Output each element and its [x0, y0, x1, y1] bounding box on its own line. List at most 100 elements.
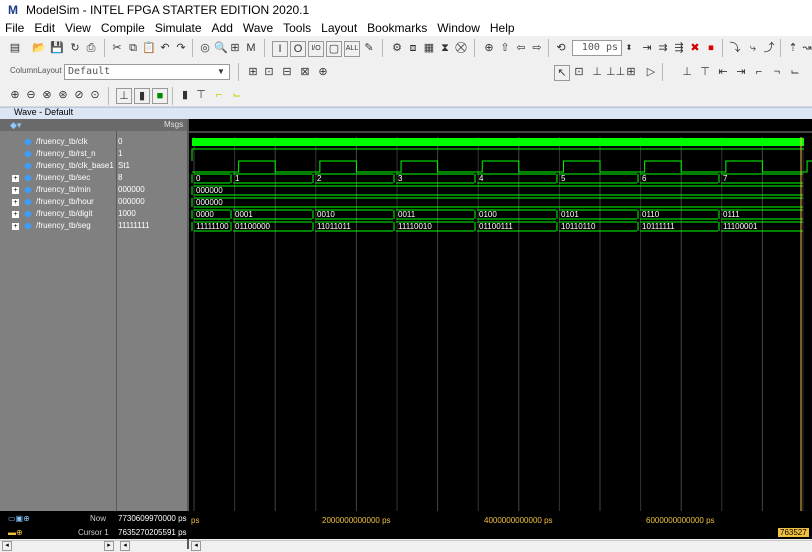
dock-icon[interactable]: ⊕ — [316, 65, 330, 79]
run-icon[interactable]: ⇥ — [640, 41, 654, 55]
up-arrow-icon[interactable]: ⇧ — [498, 41, 512, 55]
zoom-full-icon[interactable]: ⊗ — [40, 88, 54, 102]
signal-row-seg[interactable]: + /fruency_tb/seg 11111111 — [0, 220, 187, 232]
waveform-area[interactable]: 0 1 2 3 4 5 6 7 000000 000000 0000 0001 0010 0011 0100… — [189, 119, 812, 511]
menu-wave[interactable]: Wave — [243, 21, 273, 35]
scroll-left-icon[interactable]: ◂ — [2, 541, 12, 551]
signal-row-clk-base1[interactable]: /fruency_tb/clk_base1 St1 — [0, 160, 187, 172]
add-list-icon[interactable]: ⊟ — [280, 65, 294, 79]
step-icon[interactable]: ⤵ — [728, 41, 742, 55]
play-mode-icon[interactable]: ▷ — [644, 65, 658, 79]
zoom-cursor-icon[interactable]: ⊛ — [56, 88, 70, 102]
restart-icon[interactable]: ⟲ — [554, 41, 568, 55]
cut-icon[interactable]: ✂ — [110, 41, 124, 55]
add-wave-icon[interactable]: ⊞ — [246, 65, 260, 79]
rising-edge-icon[interactable]: ⌐ — [752, 65, 766, 79]
back-arrow-icon[interactable]: ⇦ — [514, 41, 528, 55]
wave-high-icon[interactable]: ⌐ — [212, 88, 226, 102]
wave-low-icon[interactable]: ⌙ — [230, 88, 244, 102]
stop-icon[interactable]: ⛒ — [454, 41, 468, 55]
expand-all-icon[interactable]: ◆▾ — [10, 120, 21, 131]
expand-icon[interactable]: + — [12, 187, 19, 194]
select-mode-icon[interactable]: ↖ — [554, 65, 570, 81]
step-out-icon[interactable]: ⤴ — [762, 41, 776, 55]
save-icon[interactable]: 💾 — [50, 41, 64, 55]
signal-row-rst-n[interactable]: /fruency_tb/rst_n 1 — [0, 148, 187, 160]
redo-icon[interactable]: ↷ — [174, 41, 188, 55]
print-icon[interactable]: ⎙ — [84, 41, 98, 55]
stop-run-icon[interactable]: ⏹ — [704, 41, 718, 55]
expand-icon[interactable]: + — [12, 223, 19, 230]
compile-icon[interactable]: ⚙ — [390, 41, 404, 55]
menu-bookmarks[interactable]: Bookmarks — [367, 21, 427, 35]
break-icon[interactable]: ⧗ — [438, 41, 452, 55]
menu-window[interactable]: Window — [437, 21, 480, 35]
run-length-input[interactable]: 100 ps — [572, 40, 622, 56]
memory-icon[interactable]: ↝ — [800, 41, 812, 55]
wave-hscroll[interactable] — [189, 540, 812, 552]
zoom-mode-icon[interactable]: ⊡ — [572, 65, 586, 79]
forward-arrow-icon[interactable]: ⇨ — [530, 41, 544, 55]
any-edge-icon[interactable]: ⌙ — [788, 65, 802, 79]
ruler-icon[interactable]: ⊥⊥ — [606, 65, 625, 79]
menu-compile[interactable]: Compile — [101, 21, 145, 35]
find-icon[interactable]: 🔍 — [214, 41, 228, 55]
reload-icon[interactable]: ↻ — [68, 41, 82, 55]
add-dataflow-icon[interactable]: ⊡ — [262, 65, 276, 79]
menu-add[interactable]: Add — [212, 21, 233, 35]
menu-tools[interactable]: Tools — [283, 21, 311, 35]
wave-format-icon[interactable]: ⊥ — [116, 88, 132, 104]
wave-pane-header[interactable]: Wave - Default — [0, 107, 812, 119]
help-icon[interactable]: ◎ — [198, 41, 212, 55]
signal-row-clk[interactable]: /fruency_tb/clk 0 — [0, 136, 187, 148]
compile-all-icon[interactable]: ⧈ — [406, 41, 420, 55]
signal-row-min[interactable]: + /fruency_tb/min 000000 — [0, 184, 187, 196]
internal-signal-icon[interactable]: ▢ — [326, 41, 342, 57]
output-port-icon[interactable]: O — [290, 41, 306, 57]
scroll-right-icon[interactable]: ▸ — [104, 541, 114, 551]
scroll-left-icon[interactable]: ◂ — [120, 541, 130, 551]
menu-view[interactable]: View — [65, 21, 91, 35]
break-run-icon[interactable]: ✖ — [688, 41, 702, 55]
menu-simulate[interactable]: Simulate — [155, 21, 202, 35]
step-over-icon[interactable]: ⤷ — [746, 41, 760, 55]
falling-edge-icon[interactable]: ¬ — [770, 65, 784, 79]
edit-icon[interactable]: ✎ — [362, 41, 376, 55]
cursor-mode-icon[interactable]: ⊥ — [590, 65, 604, 79]
run-all-icon[interactable]: ⇶ — [672, 41, 686, 55]
insert-breakpoint-icon[interactable]: I — [272, 41, 288, 57]
all-signals-icon[interactable]: ALL — [344, 41, 360, 57]
delete-cursor-icon[interactable]: ⊤ — [698, 65, 712, 79]
menu-layout[interactable]: Layout — [321, 21, 357, 35]
signal-row-digit[interactable]: + /fruency_tb/digit 1000 — [0, 208, 187, 220]
inout-port-icon[interactable]: I/O — [308, 41, 324, 57]
open-folder-icon[interactable]: 📂 — [32, 41, 46, 55]
environment-icon[interactable]: ⊕ — [482, 41, 496, 55]
new-file-icon[interactable]: ▤ — [8, 41, 22, 55]
wave-logic-icon[interactable]: ■ — [152, 88, 168, 104]
cursor-tag[interactable]: 763527 — [778, 528, 809, 537]
cursor-icon[interactable]: ▬⊕ — [8, 528, 23, 537]
menu-file[interactable]: File — [5, 21, 24, 35]
performance-icon[interactable]: ⇡ — [786, 41, 800, 55]
zoom-in-icon[interactable]: ⊕ — [8, 88, 22, 102]
zoom-last-icon[interactable]: ⊙ — [88, 88, 102, 102]
wave-bus-icon[interactable]: ⊤ — [194, 88, 208, 102]
expand-icon[interactable]: + — [12, 211, 19, 218]
signal-row-sec[interactable]: + /fruency_tb/sec 8 — [0, 172, 187, 184]
structure-icon[interactable]: ⊞ — [228, 41, 242, 55]
menu-edit[interactable]: Edit — [34, 21, 55, 35]
continue-run-icon[interactable]: ⇉ — [656, 41, 670, 55]
undo-icon[interactable]: ↶ — [158, 41, 172, 55]
simulate-icon[interactable]: ▦ — [422, 41, 436, 55]
expand-icon[interactable]: + — [12, 175, 19, 182]
add-log-icon[interactable]: ⊠ — [298, 65, 312, 79]
zoom-range-icon[interactable]: ⊘ — [72, 88, 86, 102]
paste-icon[interactable]: 📋 — [142, 41, 156, 55]
name-hscroll[interactable] — [0, 540, 187, 552]
signal-row-hour[interactable]: + /fruency_tb/hour 000000 — [0, 196, 187, 208]
edit-mode-icon[interactable]: ⊞ — [624, 65, 638, 79]
scroll-left-icon[interactable]: ◂ — [191, 541, 201, 551]
column-layout-select[interactable]: Default — [64, 64, 230, 80]
waveform-canvas[interactable]: 0 1 2 3 4 5 6 70000000000000000 0001 0010 0011 0100… — [189, 119, 812, 511]
